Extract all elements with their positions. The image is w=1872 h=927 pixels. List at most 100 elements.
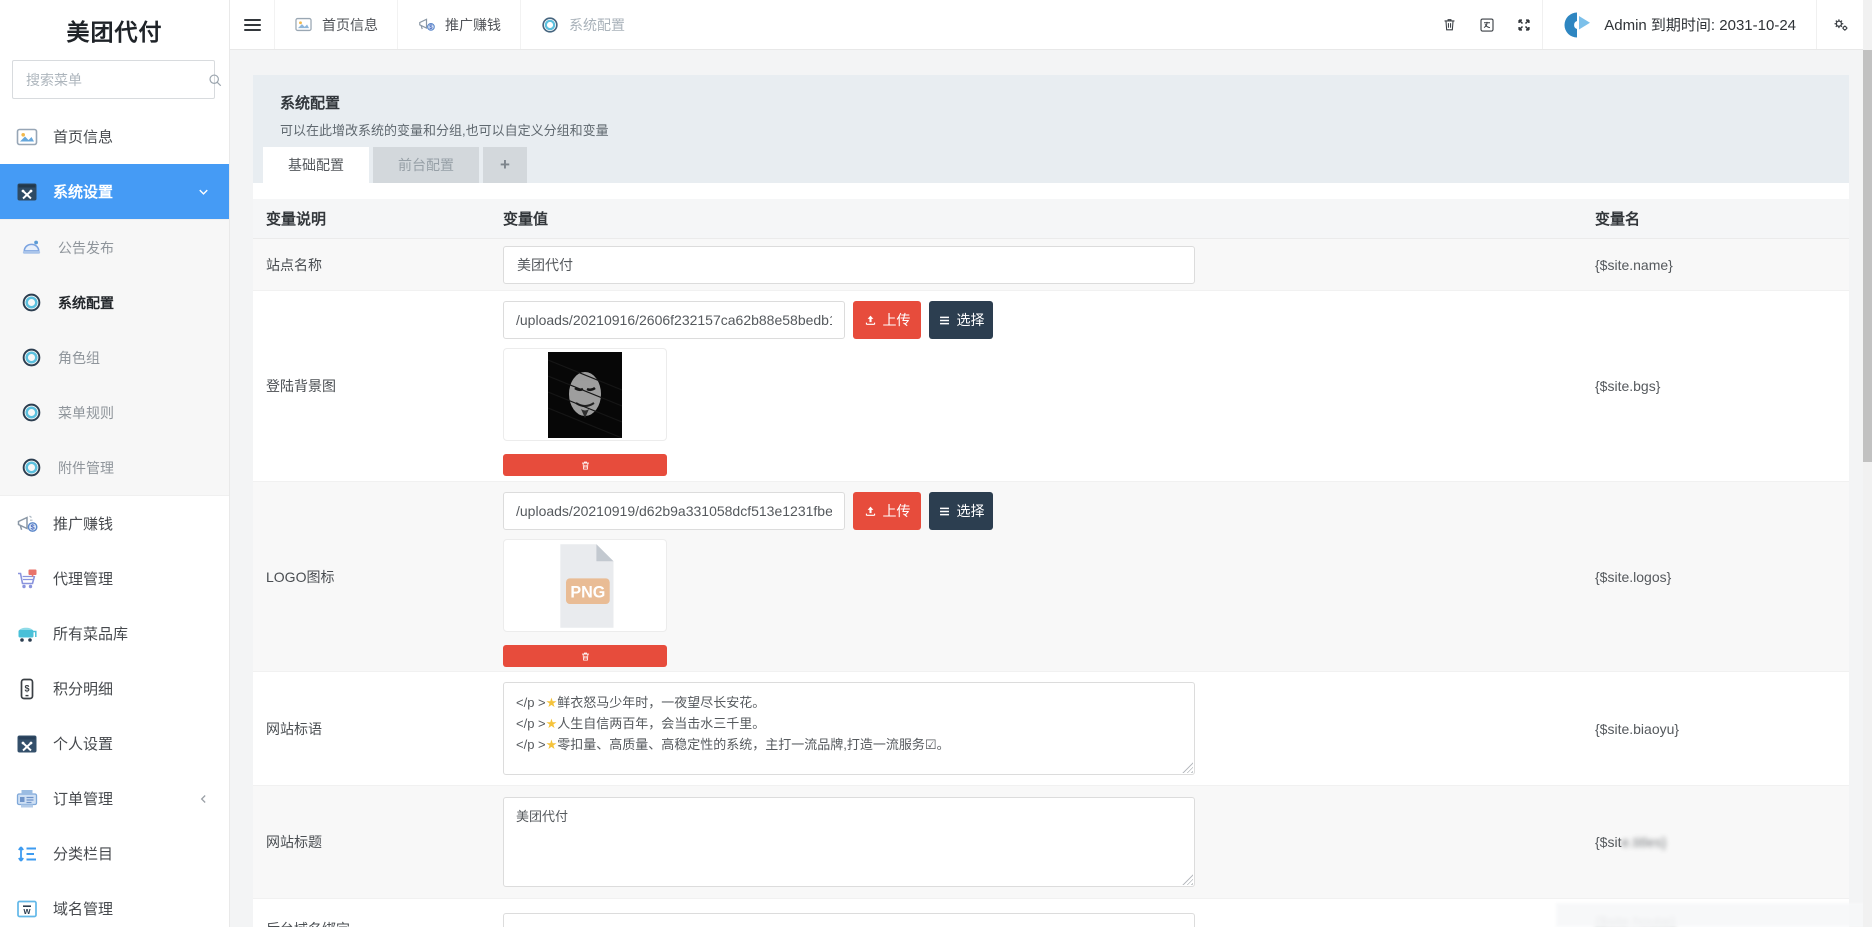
avatar <box>1563 10 1593 40</box>
announcement-dome-icon <box>20 236 43 259</box>
sidebar-item-domain-management[interactable]: w 域名管理 <box>0 881 229 927</box>
tools-window-icon <box>15 732 39 756</box>
png-file-icon: PNG <box>547 542 623 630</box>
row-varname: {$site.biaoyu} <box>1595 721 1849 737</box>
logo-path-input[interactable] <box>503 492 845 530</box>
trash-icon <box>580 460 591 471</box>
sidebar-item-system-config[interactable]: 系统配置 <box>0 275 229 330</box>
search-input[interactable] <box>26 72 207 88</box>
tools-window-icon <box>15 180 39 204</box>
phone-dollar-icon: $ <box>15 677 39 701</box>
sidebar-item-dish-library[interactable]: 所有菜品库 <box>0 606 229 661</box>
choose-button[interactable]: 选择 <box>929 492 993 530</box>
system-settings-submenu: 公告发布 系统配置 角色组 菜单规则 <box>0 219 229 496</box>
sidebar-item-personal-settings[interactable]: 个人设置 <box>0 716 229 771</box>
col-header-varname: 变量名 <box>1595 199 1849 238</box>
mask-image <box>548 352 622 438</box>
sidebar-item-promotion[interactable]: $ 推广赚钱 <box>0 496 229 551</box>
site-slogan-textarea[interactable]: </p >★鲜衣怒马少年时，一夜望尽长安花。 </p >★人生自信两百年，会当击… <box>503 682 1195 775</box>
panel-header: 系统配置 可以在此增改系统的变量和分组,也可以自定义分组和变量 基础配置 前台配… <box>253 75 1849 183</box>
table-header-row: 变量说明 变量值 变量名 <box>253 199 1849 239</box>
sidebar-item-label: 订单管理 <box>53 788 113 809</box>
hamburger-menu-icon[interactable] <box>230 0 274 49</box>
sidebar-item-points-detail[interactable]: $ 积分明细 <box>0 661 229 716</box>
sidebar-menu: 首页信息 系统设置 公告发布 系统配置 <box>0 109 229 927</box>
tab-frontend-config[interactable]: 前台配置 <box>373 147 479 183</box>
page-title: 系统配置 <box>280 92 1849 113</box>
fullscreen-button[interactable] <box>1505 0 1542 49</box>
window-image-icon <box>294 15 313 34</box>
topbar-tab-system-config[interactable]: 系统配置 <box>520 0 644 49</box>
printer-icon <box>15 787 39 811</box>
delete-background-button[interactable] <box>503 454 667 476</box>
star-icon: ★ <box>546 716 558 731</box>
sidebar-item-order-management[interactable]: 订单管理 <box>0 771 229 826</box>
scrollbar-thumb[interactable] <box>1863 50 1872 462</box>
sidebar-item-home-info[interactable]: 首页信息 <box>0 109 229 164</box>
choose-button[interactable]: 选择 <box>929 301 993 339</box>
sidebar-search[interactable] <box>12 60 215 99</box>
search-icon[interactable] <box>207 72 223 88</box>
site-title-textarea[interactable]: 美团代付 <box>503 797 1195 887</box>
sidebar-item-agent-management[interactable]: 代理管理 <box>0 551 229 606</box>
background-path-input[interactable] <box>503 301 845 339</box>
config-table: 变量说明 变量值 变量名 站点名称 {$site.name} 登陆背景图 上传 <box>253 183 1849 927</box>
sidebar-item-label: 附件管理 <box>58 458 114 478</box>
sidebar-item-label: 公告发布 <box>58 238 114 258</box>
choose-button-label: 选择 <box>957 310 985 330</box>
upload-icon <box>864 314 877 327</box>
sidebar-item-attachments[interactable]: 附件管理 <box>0 440 229 495</box>
admin-profile[interactable]: Admin 到期时间: 2031-10-24 <box>1542 0 1817 49</box>
sidebar-item-role-group[interactable]: 角色组 <box>0 330 229 385</box>
language-button[interactable] <box>1468 0 1505 49</box>
vertical-scrollbar[interactable] <box>1863 0 1872 927</box>
row-label: 登陆背景图 <box>253 291 503 481</box>
row-label: 后台域名绑定 <box>253 899 503 927</box>
trolley-icon <box>15 622 39 646</box>
slogan-line: </p >★零扣量、高质量、高稳定性的系统，主打一流品牌,打造一流服务☑。 <box>516 734 1182 755</box>
settings-button[interactable] <box>1817 0 1863 49</box>
delete-logo-button[interactable] <box>503 645 667 667</box>
upload-button[interactable]: 上传 <box>853 301 921 339</box>
col-header-value: 变量值 <box>503 199 1595 238</box>
topbar-tab-label: 系统配置 <box>569 15 625 35</box>
translate-book-icon <box>1478 16 1496 34</box>
sidebar-item-label: 域名管理 <box>53 898 113 919</box>
star-icon: ★ <box>546 695 558 710</box>
row-label: 网站标语 <box>253 719 503 739</box>
add-tab-button[interactable]: + <box>483 147 527 183</box>
sort-lines-icon <box>15 842 39 866</box>
topbar-tab-label: 首页信息 <box>322 15 378 35</box>
system-config-panel: 系统配置 可以在此增改系统的变量和分组,也可以自定义分组和变量 基础配置 前台配… <box>253 75 1849 927</box>
slogan-line: </p >★人生自信两百年，会当击水三千里。 <box>516 713 1182 734</box>
sidebar-item-category-columns[interactable]: 分类栏目 <box>0 826 229 881</box>
sidebar-item-system-settings[interactable]: 系统设置 <box>0 164 229 219</box>
upload-button-label: 上传 <box>883 501 911 521</box>
tab-basic-config[interactable]: 基础配置 <box>263 147 369 183</box>
sidebar-item-announcement[interactable]: 公告发布 <box>0 220 229 275</box>
page-subtitle: 可以在此增改系统的变量和分组,也可以自定义分组和变量 <box>280 120 1849 139</box>
sidebar-item-menu-rules[interactable]: 菜单规则 <box>0 385 229 440</box>
trash-icon <box>580 651 591 662</box>
row-label: LOGO图标 <box>253 482 503 671</box>
chevron-left-icon <box>197 792 211 806</box>
topbar-tab-promotion[interactable]: $ 推广赚钱 <box>397 0 520 49</box>
logo-file-preview[interactable]: PNG <box>503 539 667 632</box>
table-row-login-background: 登陆背景图 上传 选择 <box>253 291 1849 482</box>
backend-domain-input[interactable] <box>503 913 1195 927</box>
col-header-description: 变量说明 <box>253 199 503 238</box>
clear-cache-button[interactable] <box>1431 0 1468 49</box>
ring-icon <box>20 456 43 479</box>
gears-icon <box>1831 15 1850 34</box>
upload-button[interactable]: 上传 <box>853 492 921 530</box>
list-icon <box>938 314 951 327</box>
choose-button-label: 选择 <box>957 501 985 521</box>
ring-icon <box>20 291 43 314</box>
topbar-tab-home-info[interactable]: 首页信息 <box>274 0 397 49</box>
slogan-line: </p >★鲜衣怒马少年时，一夜望尽长安花。 <box>516 692 1182 713</box>
background-image-preview[interactable] <box>503 348 667 441</box>
row-varname: {$site.name} <box>1595 239 1849 290</box>
app-logo-text: 美团代付 <box>67 13 163 47</box>
site-name-input[interactable] <box>503 246 1195 284</box>
sidebar: 美团代付 首页信息 系统设置 <box>0 0 230 927</box>
